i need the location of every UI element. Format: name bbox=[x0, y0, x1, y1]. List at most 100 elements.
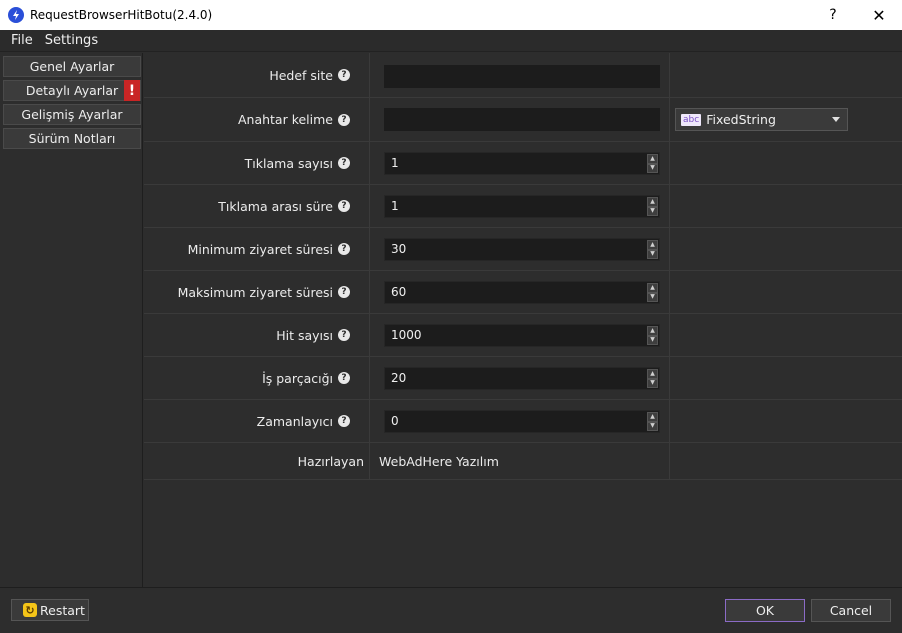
column-divider bbox=[669, 228, 670, 271]
row-label-text: Minimum ziyaret süresi bbox=[187, 241, 333, 257]
sidebar-item-gelismis-ayarlar[interactable]: Gelişmiş Ayarlar bbox=[3, 104, 141, 125]
restart-label: Restart bbox=[40, 602, 85, 618]
column-divider bbox=[669, 271, 670, 314]
column-divider bbox=[369, 185, 370, 228]
keyword-type-combo[interactable]: abc FixedString bbox=[675, 108, 848, 131]
sidebar-item-label: Gelişmiş Ayarlar bbox=[21, 107, 123, 122]
column-divider bbox=[369, 443, 370, 480]
sidebar-item-genel-ayarlar[interactable]: Genel Ayarlar bbox=[3, 56, 141, 77]
restart-icon: ↻ bbox=[23, 603, 37, 617]
credit-label: Hazırlayan bbox=[297, 453, 364, 469]
spin-down-icon[interactable]: ▼ bbox=[647, 335, 658, 345]
row-label-text: Zamanlayıcı bbox=[256, 413, 333, 429]
spin-down-icon[interactable]: ▼ bbox=[647, 378, 658, 388]
combo-selected-value: FixedString bbox=[706, 112, 776, 127]
settings-form: Hedef site ? Anahtar kelime ? abc FixedS… bbox=[144, 53, 902, 587]
spinbox-value: 1 bbox=[391, 156, 399, 170]
spin-up-icon[interactable]: ▲ bbox=[647, 240, 658, 250]
column-divider bbox=[369, 142, 370, 185]
spinbox-arrows: ▲ ▼ bbox=[647, 326, 658, 345]
form-row-tiklama-sayisi: Tıklama sayısı ? 1 ▲ ▼ bbox=[144, 142, 902, 185]
is-parcacigi-spinbox[interactable]: 20 ▲ ▼ bbox=[384, 367, 660, 390]
tiklama-arasi-sure-spinbox[interactable]: 1 ▲ ▼ bbox=[384, 195, 660, 218]
abc-text-icon: abc bbox=[681, 113, 702, 126]
spinbox-value: 30 bbox=[391, 242, 407, 256]
form-row-maksimum-ziyaret-suresi: Maksimum ziyaret süresi ? 60 ▲ ▼ bbox=[144, 271, 902, 314]
row-label-text: Tıklama sayısı bbox=[244, 155, 333, 171]
form-row-hedef-site: Hedef site ? bbox=[144, 53, 902, 98]
spin-down-icon[interactable]: ▼ bbox=[647, 292, 658, 302]
help-icon[interactable]: ? bbox=[338, 113, 350, 126]
column-divider bbox=[669, 400, 670, 443]
spin-up-icon[interactable]: ▲ bbox=[647, 154, 658, 164]
row-label: Hedef site ? bbox=[269, 53, 350, 97]
help-icon[interactable]: ? bbox=[338, 69, 350, 81]
help-icon[interactable]: ? bbox=[338, 157, 350, 169]
spin-up-icon[interactable]: ▲ bbox=[647, 369, 658, 379]
row-label: Hazırlayan bbox=[298, 443, 364, 479]
bottom-button-bar: ↻ Restart OK Cancel bbox=[0, 587, 902, 633]
column-divider bbox=[369, 98, 370, 142]
sidebar-item-label: Genel Ayarlar bbox=[29, 59, 115, 74]
sidebar: Genel Ayarlar Detaylı Ayarlar ! Gelişmiş… bbox=[0, 53, 143, 587]
help-icon[interactable]: ? bbox=[338, 372, 350, 384]
anahtar-kelime-input[interactable] bbox=[384, 108, 660, 131]
spin-down-icon[interactable]: ▼ bbox=[647, 421, 658, 431]
restart-button[interactable]: ↻ Restart bbox=[11, 599, 89, 621]
row-label: Hit sayısı ? bbox=[276, 314, 350, 356]
spin-up-icon[interactable]: ▲ bbox=[647, 283, 658, 293]
row-label: Minimum ziyaret süresi ? bbox=[188, 228, 350, 270]
column-divider bbox=[369, 271, 370, 314]
column-divider bbox=[669, 443, 670, 480]
row-label-text: Anahtar kelime bbox=[237, 112, 333, 127]
spin-up-icon[interactable]: ▲ bbox=[647, 197, 658, 207]
spin-down-icon[interactable]: ▼ bbox=[647, 249, 658, 259]
sidebar-item-label: Detaylı Ayarlar bbox=[25, 83, 119, 98]
help-button[interactable]: ? bbox=[810, 0, 856, 30]
spinbox-arrows: ▲ ▼ bbox=[647, 369, 658, 388]
form-row-minimum-ziyaret-suresi: Minimum ziyaret süresi ? 30 ▲ ▼ bbox=[144, 228, 902, 271]
help-icon[interactable]: ? bbox=[338, 286, 350, 298]
column-divider bbox=[669, 314, 670, 357]
hedef-site-input[interactable] bbox=[384, 65, 660, 88]
row-label-text: İş parçacığı bbox=[262, 370, 333, 386]
maksimum-ziyaret-suresi-spinbox[interactable]: 60 ▲ ▼ bbox=[384, 281, 660, 304]
help-icon[interactable]: ? bbox=[338, 415, 350, 427]
spin-down-icon[interactable]: ▼ bbox=[647, 206, 658, 216]
spinbox-value: 1 bbox=[391, 199, 399, 213]
form-row-anahtar-kelime: Anahtar kelime ? abc FixedString bbox=[144, 98, 902, 142]
close-button[interactable]: ✕ bbox=[856, 0, 902, 30]
column-divider bbox=[369, 357, 370, 400]
form-row-hazirlayan: Hazırlayan WebAdHere Yazılım bbox=[144, 443, 902, 480]
row-label: Anahtar kelime ? bbox=[238, 98, 350, 141]
row-label: İş parçacığı ? bbox=[262, 357, 350, 399]
spin-up-icon[interactable]: ▲ bbox=[647, 326, 658, 336]
sidebar-item-detayli-ayarlar[interactable]: Detaylı Ayarlar ! bbox=[3, 80, 141, 101]
tiklama-sayisi-spinbox[interactable]: 1 ▲ ▼ bbox=[384, 152, 660, 175]
column-divider bbox=[669, 53, 670, 98]
minimum-ziyaret-suresi-spinbox[interactable]: 30 ▲ ▼ bbox=[384, 238, 660, 261]
menu-settings[interactable]: Settings bbox=[39, 33, 104, 48]
help-icon[interactable]: ? bbox=[338, 200, 350, 212]
spin-down-icon[interactable]: ▼ bbox=[647, 163, 658, 173]
spinbox-value: 60 bbox=[391, 285, 407, 299]
sidebar-item-surum-notlari[interactable]: Sürüm Notları bbox=[3, 128, 141, 149]
menu-file[interactable]: File bbox=[5, 33, 39, 48]
spinbox-value: 1000 bbox=[391, 328, 422, 342]
cancel-button[interactable]: Cancel bbox=[811, 599, 891, 622]
credit-value: WebAdHere Yazılım bbox=[379, 453, 499, 469]
row-label-text: Hedef site bbox=[269, 67, 333, 83]
zamanlayici-spinbox[interactable]: 0 ▲ ▼ bbox=[384, 410, 660, 433]
help-icon[interactable]: ? bbox=[338, 329, 350, 341]
column-divider bbox=[669, 142, 670, 185]
row-label-text: Hit sayısı bbox=[276, 327, 333, 343]
column-divider bbox=[369, 53, 370, 98]
hit-sayisi-spinbox[interactable]: 1000 ▲ ▼ bbox=[384, 324, 660, 347]
column-divider bbox=[369, 314, 370, 357]
help-icon[interactable]: ? bbox=[338, 243, 350, 255]
form-row-is-parcacigi: İş parçacığı ? 20 ▲ ▼ bbox=[144, 357, 902, 400]
spin-up-icon[interactable]: ▲ bbox=[647, 412, 658, 422]
ok-button[interactable]: OK bbox=[725, 599, 805, 622]
spinbox-arrows: ▲ ▼ bbox=[647, 240, 658, 259]
chevron-down-icon bbox=[832, 117, 840, 122]
